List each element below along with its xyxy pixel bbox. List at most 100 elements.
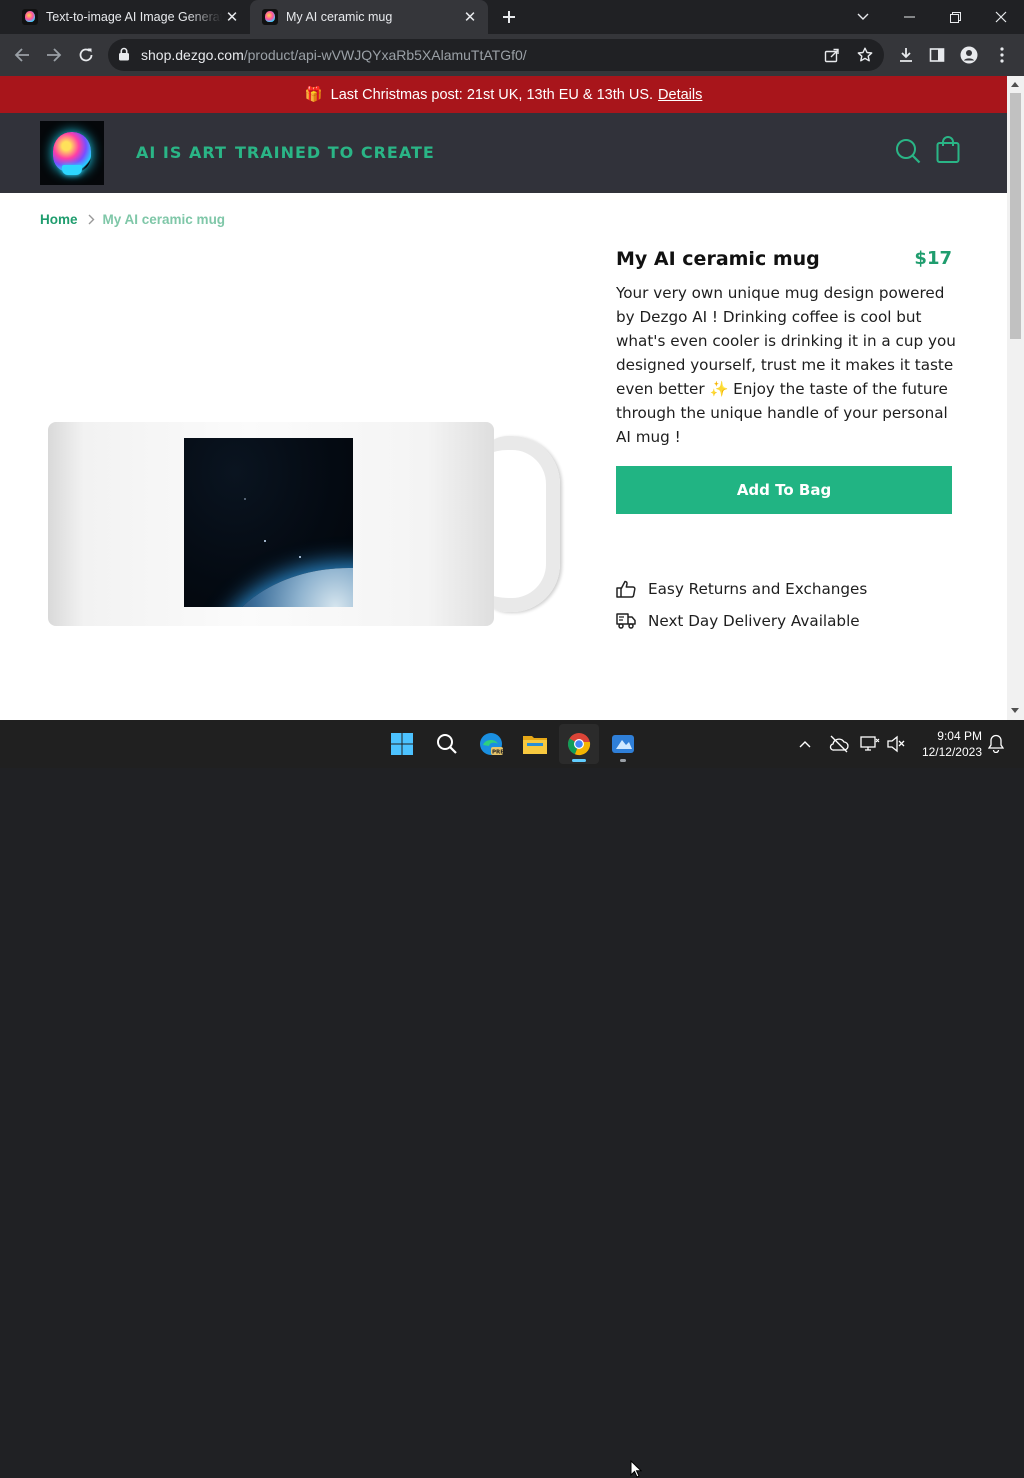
reload-icon: [79, 48, 93, 62]
banner-text: Last Christmas post: 21st UK, 13th EU & …: [330, 86, 654, 103]
dezgo-favicon-icon: [22, 9, 38, 25]
feature-easy-returns: Easy Returns and Exchanges: [616, 578, 867, 600]
search-icon[interactable]: [895, 138, 921, 164]
promo-banner: 🎁 Last Christmas post: 21st UK, 13th EU …: [0, 76, 1007, 113]
dezgo-favicon-icon: [262, 9, 278, 25]
arrow-left-icon: [14, 48, 29, 62]
logo-jaw: [62, 165, 82, 175]
feature-text: Easy Returns and Exchanges: [648, 580, 868, 598]
taskbar-file-explorer[interactable]: [515, 724, 555, 764]
search-icon: [437, 734, 457, 754]
mug-print-space-image: [184, 438, 353, 607]
arrow-right-icon: [47, 48, 62, 62]
running-indicator: [620, 759, 626, 762]
chevron-down-icon: [857, 13, 869, 20]
thumbs-up-icon: [616, 580, 636, 598]
downloads-button[interactable]: [890, 39, 922, 71]
lock-icon[interactable]: [118, 47, 130, 61]
windows-taskbar: PRE 9:04 PM 12/12/2023: [0, 720, 1024, 1478]
url-path: /product/api-wVWJQYxaRb5XAlamuTtATGf0/: [243, 47, 527, 63]
new-tab-button[interactable]: [498, 6, 520, 28]
page-scrollbar[interactable]: [1007, 76, 1024, 720]
feature-next-day-delivery: Next Day Delivery Available: [616, 610, 860, 632]
snipping-tool-icon: [612, 735, 634, 753]
site-header: AI IS ART TRAINED TO CREATE: [0, 113, 1007, 193]
share-icon[interactable]: [824, 47, 840, 63]
forward-button[interactable]: [38, 39, 70, 71]
tab-search-button[interactable]: [840, 0, 886, 34]
chrome-icon: [567, 733, 591, 756]
scrollbar-thumb[interactable]: [1010, 93, 1021, 339]
tab-ai-ceramic-mug[interactable]: My AI ceramic mug ✕: [250, 0, 488, 34]
tagline-trained-to-create: TRAINED TO CREATE: [235, 143, 435, 162]
network-icon[interactable]: [860, 735, 880, 753]
product-title: My AI ceramic mug: [616, 248, 820, 270]
close-tab-icon[interactable]: ✕: [222, 7, 242, 27]
breadcrumb-home-link[interactable]: Home: [40, 212, 78, 227]
close-tab-icon[interactable]: ✕: [460, 7, 480, 27]
shopping-bag-icon[interactable]: [936, 136, 960, 164]
breadcrumb: Home My AI ceramic mug: [40, 212, 225, 227]
minimize-button[interactable]: [886, 0, 932, 34]
page-viewport: 🎁 Last Christmas post: 21st UK, 13th EU …: [0, 76, 1024, 720]
site-logo[interactable]: [40, 121, 104, 185]
windows-logo-icon: [391, 733, 413, 755]
scroll-down-icon[interactable]: [1011, 708, 1019, 713]
running-indicator: [572, 759, 586, 762]
tab-strip: Text-to-image AI Image Generator ✕ My AI…: [0, 0, 1024, 34]
planet-earth: [214, 568, 353, 607]
browser-toolbar: shop.dezgo.com/product/api-wVWJQYxaRb5XA…: [0, 34, 1024, 76]
scroll-up-icon[interactable]: [1011, 82, 1019, 87]
folder-icon: [523, 736, 547, 754]
kebab-menu-icon: [1000, 47, 1004, 63]
download-icon: [900, 48, 912, 62]
tab-title: My AI ceramic mug: [286, 10, 393, 24]
taskbar-search-button[interactable]: [427, 724, 467, 764]
tagline-ai-is-art: AI IS ART: [136, 143, 227, 162]
bookmark-star-icon[interactable]: [857, 47, 873, 63]
chevron-right-icon: [88, 214, 95, 225]
restore-icon: [949, 11, 961, 23]
url-text: shop.dezgo.com/product/api-wVWJQYxaRb5XA…: [141, 47, 527, 63]
taskbar-chrome[interactable]: [559, 724, 599, 764]
mouse-cursor-icon: [630, 1460, 642, 1478]
banner-details-link[interactable]: Details: [658, 87, 702, 103]
add-to-bag-button[interactable]: Add To Bag: [616, 466, 952, 514]
notification-bell-icon[interactable]: [988, 734, 1004, 753]
gift-icon: 🎁: [304, 87, 323, 103]
taskbar-clock[interactable]: 9:04 PM 12/12/2023: [912, 728, 982, 760]
product-image[interactable]: [40, 416, 570, 632]
tab-text-to-image[interactable]: Text-to-image AI Image Generator ✕: [10, 0, 250, 34]
menu-button[interactable]: [986, 39, 1018, 71]
star: [299, 556, 301, 558]
back-button[interactable]: [6, 39, 38, 71]
tab-title: Text-to-image AI Image Generator: [46, 10, 222, 24]
cloud-off-icon[interactable]: [829, 735, 849, 753]
star: [264, 540, 266, 542]
profile-icon: [960, 46, 978, 64]
reload-button[interactable]: [70, 39, 102, 71]
volume-muted-icon[interactable]: [886, 735, 906, 753]
feature-text: Next Day Delivery Available: [648, 612, 860, 630]
start-button[interactable]: [382, 724, 422, 764]
close-icon: [995, 11, 1007, 23]
minimize-icon: [903, 16, 915, 18]
close-window-button[interactable]: [978, 0, 1024, 34]
edge-browser-icon: PRE: [480, 733, 503, 756]
url-host: shop.dezgo.com: [141, 47, 244, 63]
address-bar[interactable]: shop.dezgo.com/product/api-wVWJQYxaRb5XA…: [108, 39, 884, 71]
delivery-truck-icon: [616, 613, 636, 629]
plus-icon: [503, 11, 515, 23]
restore-button[interactable]: [932, 0, 978, 34]
clock-date: 12/12/2023: [921, 745, 982, 759]
profile-button[interactable]: [953, 39, 985, 71]
clock-time: 9:04 PM: [937, 729, 982, 743]
star: [244, 498, 246, 500]
side-panel-icon: [929, 48, 945, 62]
side-panel-button[interactable]: [921, 39, 953, 71]
product-price: $17: [914, 248, 952, 269]
chevron-up-icon[interactable]: [799, 740, 811, 748]
breadcrumb-current: My AI ceramic mug: [102, 212, 226, 227]
taskbar-snipping-tool[interactable]: [603, 724, 643, 764]
taskbar-edge-preview[interactable]: PRE: [471, 724, 511, 764]
